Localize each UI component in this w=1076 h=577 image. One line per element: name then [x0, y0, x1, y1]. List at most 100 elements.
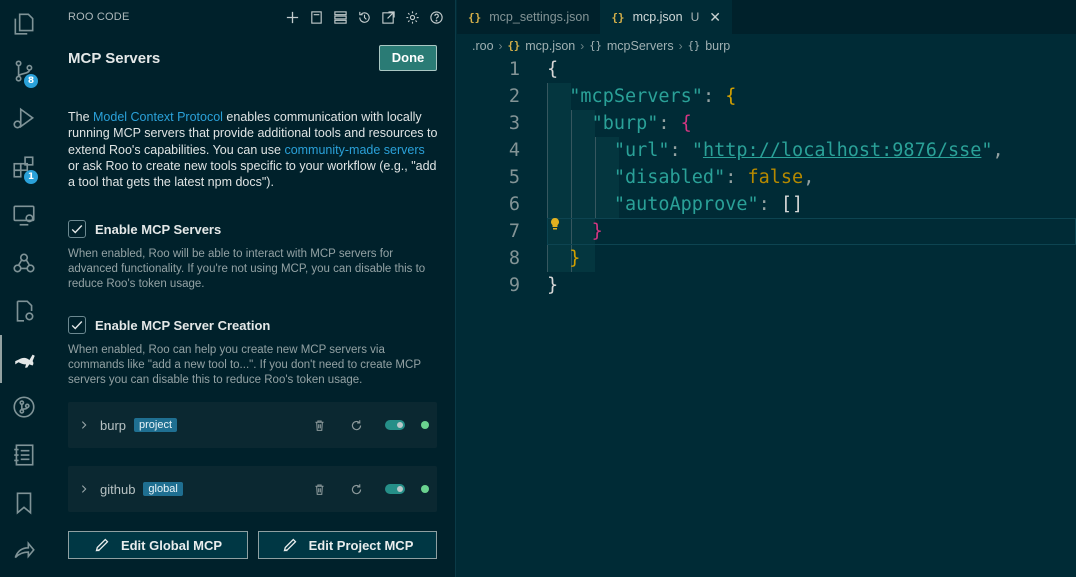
json-key: "disabled"	[613, 167, 726, 188]
close-icon[interactable]: ✕	[709, 9, 721, 26]
vscode-window: 8 1 ROO CODE MCP Servers Done The Model …	[0, 0, 1076, 577]
breadcrumb-mcpservers[interactable]: mcpServers	[607, 39, 674, 53]
line-number: 8	[508, 248, 520, 269]
breadcrumb: .roo › {} mcp.json › {} mcpServers › {} …	[472, 37, 730, 55]
code-line: 9}	[457, 272, 1076, 299]
editor-tabs: {} mcp_settings.json {} mcp.json U ✕	[457, 0, 1076, 34]
done-button[interactable]: Done	[379, 45, 437, 71]
enable-mcp-servers-checkbox[interactable]	[68, 220, 86, 238]
tab-mcp-settings-json[interactable]: {} mcp_settings.json	[457, 0, 600, 34]
code-line: 5 "disabled": false,	[457, 164, 1076, 191]
trash-icon[interactable]	[311, 481, 327, 497]
chevron-right-icon[interactable]	[79, 483, 91, 495]
source-control-badge: 8	[24, 74, 38, 88]
server-row-github[interactable]: github global	[68, 466, 437, 512]
server-status-dot	[421, 421, 429, 429]
intro-text-3: or ask Roo to create new tools specific …	[68, 158, 437, 190]
explorer-icon[interactable]	[0, 0, 48, 48]
editor-area: {} mcp_settings.json {} mcp.json U ✕ .ro…	[457, 0, 1076, 577]
server-name: github	[100, 481, 136, 497]
pencil-icon	[283, 538, 297, 552]
edit-global-mcp-button[interactable]: Edit Global MCP	[68, 531, 248, 559]
chevron-right-icon[interactable]	[79, 419, 91, 431]
bookmarks-icon[interactable]	[0, 479, 48, 527]
history-icon[interactable]	[355, 8, 374, 27]
tab-label: mcp_settings.json	[489, 10, 590, 24]
json-key: "url"	[613, 140, 670, 161]
server-enabled-toggle[interactable]	[385, 420, 405, 430]
remote-explorer-icon[interactable]	[0, 191, 48, 239]
search-remote-icon[interactable]	[0, 287, 48, 335]
mcp-servers-icon[interactable]	[331, 8, 350, 27]
server-status-dot	[421, 485, 429, 493]
json-boolean: false	[747, 167, 804, 188]
server-enabled-toggle[interactable]	[385, 484, 405, 494]
mcp-intro-text: The Model Context Protocol enables commu…	[68, 109, 438, 190]
edit-project-mcp-button[interactable]: Edit Project MCP	[258, 531, 437, 559]
enable-mcp-servers-row: Enable MCP Servers	[68, 220, 221, 238]
extensions-badge: 1	[24, 170, 38, 184]
line-number: 6	[508, 194, 520, 215]
breadcrumb-folder[interactable]: .roo	[472, 39, 494, 53]
code-line: 8 }	[457, 245, 1076, 272]
enable-mcp-creation-checkbox[interactable]	[68, 316, 86, 334]
breadcrumb-file[interactable]: mcp.json	[525, 39, 575, 53]
git-graph-icon[interactable]	[0, 383, 48, 431]
json-file-icon: {}	[507, 40, 521, 52]
code-line: 1{	[457, 56, 1076, 83]
settings-gear-icon[interactable]	[403, 8, 422, 27]
server-scope-badge: project	[134, 418, 178, 432]
code-line: 2 "mcpServers": {	[457, 83, 1076, 110]
line-number: 1	[508, 59, 520, 80]
line-number: 4	[508, 140, 520, 161]
code-line: 3 "burp": {	[457, 110, 1076, 137]
activity-bar: 8 1	[0, 0, 48, 577]
enable-mcp-creation-description: When enabled, Roo can help you create ne…	[68, 344, 421, 386]
code-line: 4 "url": "http://localhost:9876/sse",	[457, 137, 1076, 164]
model-context-protocol-link[interactable]: Model Context Protocol	[93, 110, 223, 124]
source-control-icon[interactable]: 8	[0, 47, 48, 95]
run-debug-icon[interactable]	[0, 95, 48, 143]
community-servers-link[interactable]: community-made servers	[284, 143, 424, 157]
roo-kangaroo-icon[interactable]	[0, 335, 48, 383]
roo-sidebar: ROO CODE MCP Servers Done The Model Cont…	[48, 0, 456, 577]
json-file-icon: {}	[611, 10, 625, 24]
prompts-icon[interactable]	[307, 8, 326, 27]
object-icon: {}	[687, 40, 701, 52]
line-number: 2	[508, 86, 520, 107]
mcp-servers-title: MCP Servers	[68, 50, 161, 67]
line-number: 9	[508, 275, 520, 296]
server-name: burp	[100, 417, 127, 433]
enable-mcp-creation-row: Enable MCP Server Creation	[68, 316, 270, 334]
edit-global-mcp-label: Edit Global MCP	[120, 537, 223, 553]
trash-icon[interactable]	[311, 417, 327, 433]
refresh-icon[interactable]	[348, 481, 364, 497]
live-share-icon[interactable]	[0, 527, 48, 575]
checkmark-icon	[71, 225, 83, 234]
help-icon[interactable]	[427, 8, 446, 27]
new-task-icon[interactable]	[283, 8, 302, 27]
tab-mcp-json[interactable]: {} mcp.json U ✕	[600, 0, 732, 34]
url-link[interactable]: http://localhost:9876/sse	[703, 140, 981, 161]
notebook-icon[interactable]	[0, 431, 48, 479]
server-row-burp[interactable]: burp project	[68, 402, 437, 448]
line-number: 5	[508, 167, 520, 188]
open-in-editor-icon[interactable]	[379, 8, 398, 27]
json-file-icon: {}	[468, 10, 482, 24]
json-key: "burp"	[591, 113, 659, 134]
sidebar-toolbar	[283, 8, 446, 27]
refresh-icon[interactable]	[348, 417, 364, 433]
lightbulb-icon[interactable]	[549, 217, 561, 231]
json-key: "mcpServers"	[569, 86, 703, 107]
enable-mcp-creation-label: Enable MCP Server Creation	[95, 317, 271, 333]
line-number: 3	[508, 113, 520, 134]
chevron-right-icon: ›	[678, 39, 683, 53]
edit-project-mcp-label: Edit Project MCP	[308, 537, 414, 553]
webhooks-icon[interactable]	[0, 239, 48, 287]
breadcrumb-burp[interactable]: burp	[705, 39, 730, 53]
json-array: []	[780, 194, 804, 215]
string-quote: "	[981, 140, 993, 161]
object-icon: {}	[589, 40, 602, 52]
extensions-icon[interactable]: 1	[0, 143, 48, 191]
enable-mcp-servers-description: When enabled, Roo will be able to intera…	[68, 248, 426, 290]
